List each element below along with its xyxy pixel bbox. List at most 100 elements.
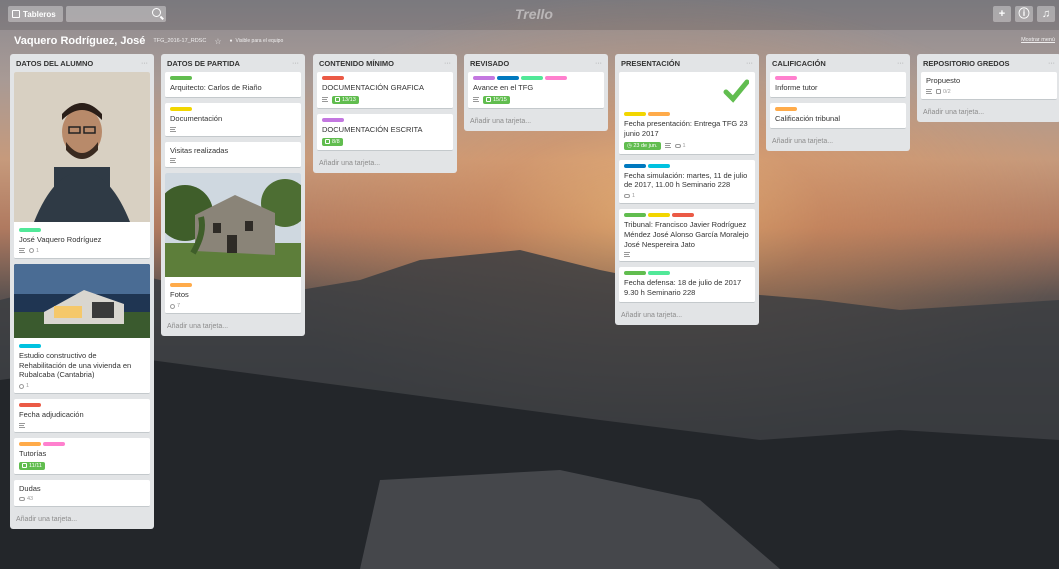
label-yellow[interactable]: [648, 213, 670, 217]
label-orange[interactable]: [775, 106, 797, 111]
card-badges: [624, 252, 750, 258]
card[interactable]: DOCUMENTACIÓN GRAFICA 13/13: [317, 72, 453, 109]
label-lime[interactable]: [19, 228, 41, 232]
list-title[interactable]: DATOS DEL ALUMNO: [16, 59, 93, 68]
add-card-link[interactable]: Añadir una tarjeta...: [468, 114, 604, 127]
label-sky[interactable]: [648, 163, 670, 168]
attachments-count: 1: [26, 383, 30, 389]
board-title[interactable]: Vaquero Rodríguez, José: [14, 35, 145, 47]
list-column[interactable]: CONTENIDO MÍNIMO ··· DOCUMENTACIÓN GRAFICA…: [313, 54, 457, 173]
card[interactable]: Informe tutor: [770, 72, 906, 98]
search-input[interactable]: [66, 6, 166, 22]
checklist-icon: [486, 97, 491, 103]
list-column[interactable]: PRESENTACIÓN ··· Fecha presentación: Entre…: [615, 54, 759, 325]
card[interactable]: Arquitecto: Carlos de Riaño: [165, 72, 301, 98]
card[interactable]: José Vaquero Rodríguez 1: [14, 72, 150, 259]
star-icon[interactable]: ☆: [214, 37, 221, 46]
card[interactable]: Visitas realizadas: [165, 141, 301, 169]
visibility-button[interactable]: ● Visible para el equipo: [229, 38, 283, 44]
card[interactable]: Fotos 7: [165, 173, 301, 314]
list-title[interactable]: DATOS DE PARTIDA: [167, 59, 240, 68]
list-title[interactable]: PRESENTACIÓN: [621, 59, 680, 68]
description-icon: [170, 126, 176, 132]
label-pink[interactable]: [43, 441, 65, 446]
card-title: Propuesto: [926, 76, 961, 85]
board-team[interactable]: TFG_2016-17_RDSC: [153, 38, 206, 44]
card[interactable]: Estudio constructivo de Rehabilitación d…: [14, 263, 150, 394]
checklist-icon: [335, 97, 340, 103]
list-menu-icon[interactable]: ···: [1048, 60, 1055, 67]
card[interactable]: Fecha adjudicación: [14, 399, 150, 433]
list-title[interactable]: CALIFICACIÓN: [772, 59, 826, 68]
comments-count: 1: [682, 142, 686, 149]
list-menu-icon[interactable]: ···: [444, 60, 451, 67]
label-lime[interactable]: [521, 76, 543, 80]
list-column[interactable]: DATOS DE PARTIDA ··· Arquitecto: Carlos de…: [161, 54, 305, 336]
label-pink[interactable]: [545, 76, 567, 80]
label-orange[interactable]: [170, 283, 192, 288]
label-green[interactable]: [624, 271, 646, 276]
label-purple[interactable]: [322, 117, 344, 122]
card[interactable]: Avance en el TFG 15/15: [468, 72, 604, 109]
card[interactable]: Dudas 43: [14, 479, 150, 508]
label-purple[interactable]: [473, 76, 495, 80]
label-lime[interactable]: [648, 271, 670, 276]
add-card-link[interactable]: Añadir una tarjeta...: [619, 308, 755, 321]
card[interactable]: DOCUMENTACIÓN ESCRITA 8/8: [317, 113, 453, 151]
card[interactable]: Tutorías 11/11: [14, 437, 150, 475]
list-title[interactable]: CONTENIDO MÍNIMO: [319, 59, 394, 68]
label-yellow[interactable]: [624, 112, 646, 116]
list-column[interactable]: DATOS DEL ALUMNO ··· José Vaquero Rodrígue…: [10, 54, 154, 530]
label-sky[interactable]: [19, 343, 41, 348]
list-menu-icon[interactable]: ···: [595, 60, 602, 67]
add-card-link[interactable]: Añadir una tarjeta...: [317, 156, 453, 169]
card-badges: ◷ 23 de jun. 1: [624, 141, 750, 150]
list-title[interactable]: REPOSITORIO GREDOS: [923, 59, 1010, 68]
card[interactable]: Fecha presentación: Entrega TFG 23 junio…: [619, 72, 755, 155]
attachments-badge: 7: [169, 302, 180, 310]
checklist-count: 13/13: [342, 96, 356, 103]
card[interactable]: Calificación tribunal: [770, 102, 906, 129]
list-menu-icon[interactable]: ···: [897, 60, 904, 67]
card[interactable]: Documentación: [165, 102, 301, 137]
card[interactable]: Fecha simulación: martes, 11 de julio de…: [619, 159, 755, 204]
list-column[interactable]: REPOSITORIO GREDOS ··· Propuesto 0/2 Añadir …: [917, 54, 1059, 122]
card-title: Visitas realizadas: [170, 145, 229, 155]
card[interactable]: Tribunal: Francisco Javier Rodríguez Mén…: [619, 209, 755, 263]
list-column[interactable]: REVISADO ··· Avance en el TFG 15/15 Añadir u…: [464, 54, 608, 131]
add-icon[interactable]: +: [993, 6, 1011, 22]
card-badges: [170, 158, 296, 164]
add-card-link[interactable]: Añadir una tarjeta...: [921, 105, 1057, 118]
label-yellow[interactable]: [170, 106, 192, 111]
info-icon[interactable]: ⓘ: [1015, 6, 1033, 22]
board-header: Vaquero Rodríguez, José TFG_2016-17_RDSC…: [14, 34, 283, 48]
boards-button[interactable]: Tableros: [8, 6, 63, 22]
top-bar: Tableros Trello + ⓘ ♫: [0, 0, 1059, 30]
card-title: DOCUMENTACIÓN ESCRITA: [322, 124, 423, 134]
list-title[interactable]: REVISADO: [470, 59, 509, 68]
label-red[interactable]: [19, 403, 41, 407]
list-menu-icon[interactable]: ···: [746, 60, 753, 67]
list-menu-icon[interactable]: ···: [292, 60, 299, 67]
checklist-badge: 11/11: [19, 461, 45, 470]
add-card-link[interactable]: Añadir una tarjeta...: [770, 134, 906, 147]
label-orange[interactable]: [648, 112, 670, 116]
card[interactable]: Propuesto 0/2: [921, 72, 1057, 100]
add-card-link[interactable]: Añadir una tarjeta...: [14, 512, 150, 525]
add-card-link[interactable]: Añadir una tarjeta...: [165, 319, 301, 332]
label-blue[interactable]: [497, 76, 519, 80]
label-green[interactable]: [170, 76, 192, 80]
label-blue[interactable]: [624, 163, 646, 168]
list-column[interactable]: CALIFICACIÓN ··· Informe tutor Calificación…: [766, 54, 910, 151]
label-red[interactable]: [672, 213, 694, 217]
label-red[interactable]: [322, 76, 344, 80]
card[interactable]: Fecha defensa: 18 de julio de 2017 9.30 …: [619, 267, 755, 303]
label-pink[interactable]: [775, 76, 797, 80]
bell-icon[interactable]: ♫: [1037, 6, 1055, 22]
list-menu-icon[interactable]: ···: [141, 60, 148, 67]
card-title: Estudio constructivo de Rehabilitación d…: [19, 350, 132, 380]
label-orange[interactable]: [19, 441, 41, 446]
card-labels: [624, 112, 750, 116]
label-green[interactable]: [624, 213, 646, 217]
show-menu-link[interactable]: Mostrar menú: [1021, 37, 1055, 43]
